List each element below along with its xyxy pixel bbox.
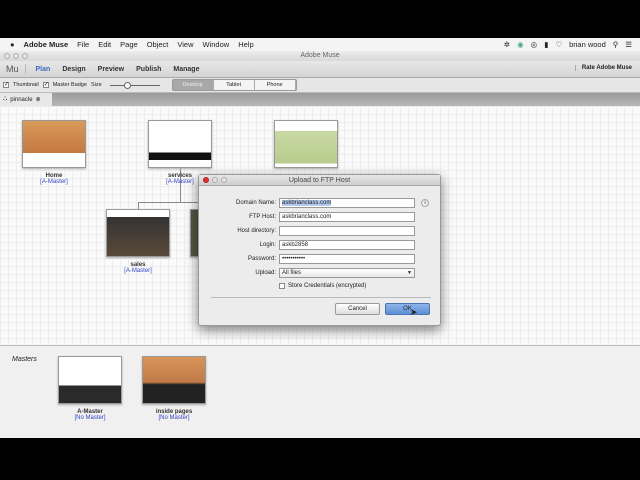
upload-value: All files <box>282 270 302 276</box>
page-map[interactable] <box>274 120 338 168</box>
store-credentials-checkbox[interactable] <box>279 283 285 289</box>
ftp-host-input[interactable]: askbrianclass.com <box>279 212 415 222</box>
tab-design[interactable]: Design <box>56 66 91 73</box>
view-selector: Desktop Tablet Phone <box>171 79 297 91</box>
ok-button[interactable]: OK <box>385 303 430 315</box>
password-label: Password: <box>247 256 276 262</box>
minimize-icon <box>212 177 218 183</box>
thumbnail-label: Thumbnail <box>13 82 39 88</box>
close-icon[interactable] <box>4 53 10 59</box>
domain-name-value: askbrianclass.com <box>282 200 332 206</box>
view-phone[interactable]: Phone <box>254 80 296 90</box>
info-icon[interactable]: i <box>421 199 429 207</box>
page-home[interactable]: Home [A-Master] <box>22 120 86 185</box>
divider <box>211 297 431 298</box>
ftp-host-label: FTP Host: <box>249 214 276 220</box>
status-icon[interactable]: ✲ <box>504 40 510 49</box>
menu-file[interactable]: File <box>77 40 89 49</box>
menu-edit[interactable]: Edit <box>98 40 111 49</box>
tab-plan[interactable]: Plan <box>30 66 57 73</box>
document-tab-label: pinnacle <box>10 96 33 103</box>
search-icon[interactable]: ⚲ <box>613 40 619 49</box>
masters-label: Masters <box>12 356 37 363</box>
domain-name-input[interactable]: askbrianclass.com <box>279 198 415 208</box>
sync-icon[interactable]: ◉ <box>517 40 524 49</box>
menu-page[interactable]: Page <box>120 40 138 49</box>
cancel-button[interactable]: Cancel <box>335 303 380 315</box>
tab-close-icon[interactable]: ⊗ <box>36 96 41 103</box>
password-input[interactable]: ••••••••••• <box>279 254 415 264</box>
domain-name-label: Domain Name: <box>235 200 276 206</box>
store-credentials-label: Store Credentials (encrypted) <box>288 283 367 289</box>
master-thumbnail[interactable] <box>142 356 206 404</box>
window-title: Adobe Muse <box>300 52 340 59</box>
ftp-upload-dialog: Upload to FTP Host Domain Name: askbrianc… <box>198 174 441 326</box>
masters-panel: Masters A-Master [No Master] inside page… <box>0 345 640 438</box>
page-thumbnail[interactable] <box>148 120 212 168</box>
page-master[interactable]: [A-Master] <box>22 179 86 185</box>
user-name[interactable]: brian wood <box>569 40 606 49</box>
dialog-titlebar: Upload to FTP Host <box>199 175 440 186</box>
document-tabbar: ⛬ pinnacle ⊗ <box>0 93 640 106</box>
page-sales[interactable]: sales [A-Master] <box>106 209 170 274</box>
view-tablet[interactable]: Tablet <box>213 80 255 90</box>
host-directory-label: Host directory: <box>237 228 276 234</box>
zoom-icon[interactable] <box>22 53 28 59</box>
document-tab[interactable]: ⛬ pinnacle ⊗ <box>0 93 52 106</box>
menu-app[interactable]: Adobe Muse <box>24 40 69 49</box>
login-input[interactable]: askb2858 <box>279 240 415 250</box>
options-bar: ✓ Thumbnail ✓ Master Badge Size Desktop … <box>0 78 640 93</box>
window-titlebar: Adobe Muse <box>0 51 640 61</box>
master-parent[interactable]: [No Master] <box>58 415 122 421</box>
menu-bar: ● Adobe Muse File Edit Page Object View … <box>0 38 640 51</box>
dialog-title: Upload to FTP Host <box>288 177 351 184</box>
eye-icon[interactable]: ◎ <box>531 40 538 49</box>
login-label: Login: <box>259 242 276 248</box>
battery-icon[interactable]: ▮ <box>544 40 548 49</box>
page-master[interactable]: [A-Master] <box>106 268 170 274</box>
list-icon[interactable]: ☰ <box>625 40 632 49</box>
view-desktop[interactable]: Desktop <box>172 80 214 90</box>
chevron-down-icon: ▼ <box>407 270 412 276</box>
master-a[interactable]: A-Master [No Master] <box>58 356 122 421</box>
tab-preview[interactable]: Preview <box>92 66 130 73</box>
rate-button[interactable]: Rate Adobe Muse <box>574 65 632 71</box>
minimize-icon[interactable] <box>13 53 19 59</box>
zoom-icon <box>221 177 227 183</box>
slider-handle[interactable] <box>123 81 131 89</box>
master-parent[interactable]: [No Master] <box>142 415 206 421</box>
menu-view[interactable]: View <box>177 40 193 49</box>
size-slider[interactable] <box>109 81 160 89</box>
upload-label: Upload: <box>255 270 276 276</box>
mode-toolbar: Mu Plan Design Preview Publish Manage Ra… <box>0 61 640 78</box>
master-thumbnail[interactable] <box>58 356 122 404</box>
close-icon[interactable] <box>203 177 209 183</box>
page-thumbnail[interactable] <box>106 209 170 257</box>
wifi-icon[interactable]: ♡ <box>555 40 562 49</box>
apple-icon[interactable]: ● <box>10 40 15 49</box>
store-credentials[interactable]: Store Credentials (encrypted) <box>279 283 366 289</box>
master-badge-checkbox[interactable]: ✓ <box>42 82 49 88</box>
sitemap-icon: ⛬ <box>3 96 8 102</box>
tab-manage[interactable]: Manage <box>167 66 205 73</box>
master-badge-label: Master Badge <box>52 82 87 88</box>
page-thumbnail[interactable] <box>274 120 338 168</box>
menu-help[interactable]: Help <box>238 40 253 49</box>
thumbnail-checkbox[interactable]: ✓ <box>3 82 9 88</box>
muse-logo: Mu <box>0 64 26 74</box>
menu-window[interactable]: Window <box>203 40 230 49</box>
tab-publish[interactable]: Publish <box>130 66 167 73</box>
upload-select[interactable]: All files ▼ <box>279 268 415 278</box>
cursor-icon: ➤ <box>410 307 418 317</box>
master-inside-pages[interactable]: inside pages [No Master] <box>142 356 206 421</box>
menu-object[interactable]: Object <box>147 40 169 49</box>
host-directory-input[interactable] <box>279 226 415 236</box>
page-thumbnail[interactable] <box>22 120 86 168</box>
size-label: Size <box>90 82 102 88</box>
